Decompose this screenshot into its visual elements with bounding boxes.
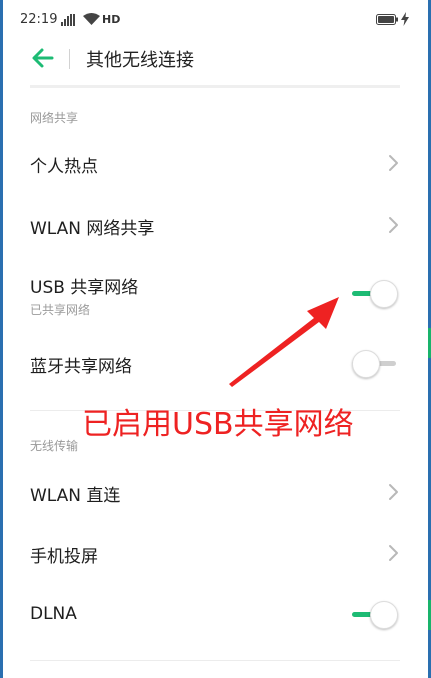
wifi-icon [83,13,100,25]
page-title: 其他无线连接 [86,50,194,71]
list-item-label: WLAN 直连 [30,486,121,506]
bluetooth-sharing-toggle[interactable] [352,349,400,379]
back-arrow-icon[interactable] [30,46,56,70]
chevron-right-icon [389,155,398,171]
header-divider [30,85,400,88]
toggle-knob [352,350,380,378]
app-bar: 其他无线连接 [0,40,431,78]
toggle-knob [370,601,398,629]
list-item-wlan-sharing[interactable]: WLAN 网络共享 [0,202,431,248]
chevron-right-icon [389,217,398,233]
list-item-dlna[interactable]: DLNA [0,592,431,638]
appbar-divider [69,49,70,69]
network-type-label: HD [102,13,121,26]
usb-sharing-toggle[interactable] [352,279,400,309]
chevron-right-icon [389,484,398,500]
list-item-label: USB 共享网络 [30,278,139,298]
toggle-knob [370,280,398,308]
chevron-right-icon [389,545,398,561]
list-item-label: 个人热点 [30,157,98,177]
annotation-arrow-icon [229,297,339,387]
section-divider [30,660,400,661]
status-bar: 22:19 HD [0,0,431,40]
list-item-bluetooth-sharing[interactable]: 蓝牙共享网络 [0,340,431,386]
list-item-usb-sharing[interactable]: USB 共享网络 已共享网络 [0,264,431,324]
charging-icon [401,12,409,26]
status-time: 22:19 [20,12,58,27]
battery-icon [376,14,398,25]
list-item-label: WLAN 网络共享 [30,219,155,239]
list-item-screen-cast[interactable]: 手机投屏 [0,530,431,576]
section-header-wireless: 无线传输 [30,439,79,453]
list-item-wlan-direct[interactable]: WLAN 直连 [0,469,431,515]
list-item-label: 蓝牙共享网络 [30,357,132,377]
list-item-label: 手机投屏 [30,547,98,567]
dlna-toggle[interactable] [352,600,400,630]
list-item-subtitle: 已共享网络 [30,303,91,317]
section-header-sharing: 网络共享 [30,111,79,125]
list-item-label: DLNA [30,604,77,624]
list-item-hotspot[interactable]: 个人热点 [0,140,431,186]
left-screen-edge [0,0,3,678]
signal-icon [61,14,75,26]
annotation-text: 已启用USB共享网络 [82,407,354,442]
